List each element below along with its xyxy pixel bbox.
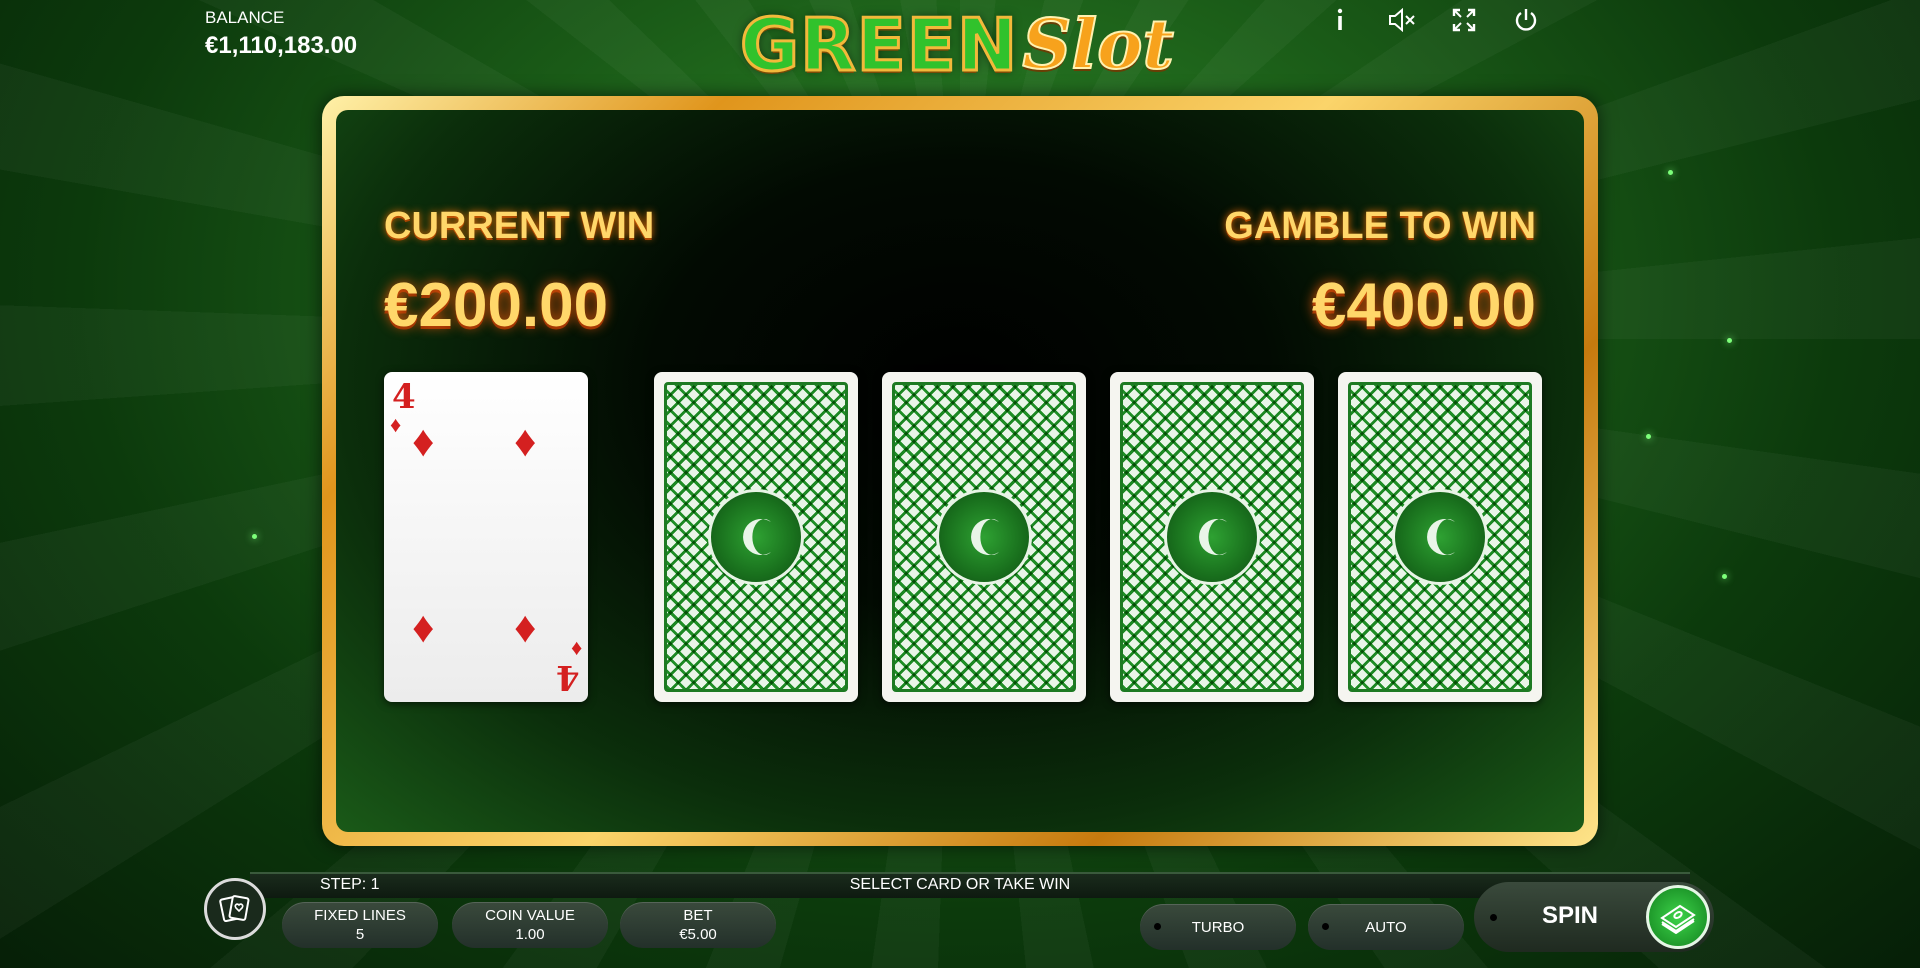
diamond-pip: ♦: [412, 417, 435, 466]
face-down-card-4[interactable]: [1338, 372, 1542, 702]
gamble-panel: CURRENT WIN €200.00 GAMBLE TO WIN €400.0…: [336, 110, 1584, 832]
current-win-value: €200.00: [384, 271, 609, 340]
turbo-button[interactable]: TURBO: [1140, 904, 1296, 950]
paytable-menu-button[interactable]: [204, 878, 266, 940]
diamond-pip: ♦: [412, 603, 435, 652]
current-win-label: CURRENT WIN: [384, 205, 655, 247]
cards-icon: [219, 895, 250, 923]
balance-value: €1,110,183.00: [205, 32, 358, 59]
card-back-pattern: [1348, 382, 1532, 692]
face-down-card-3[interactable]: [1110, 372, 1314, 702]
coin-value-value: 1.00: [515, 926, 545, 943]
bet-value: €5.00: [679, 926, 717, 943]
card-rank-bottom: 4: [556, 657, 580, 697]
card-back-pattern: [1120, 382, 1304, 692]
bottom-control-bar: STEP: 1 SELECT CARD OR TAKE WIN FIXED LI…: [200, 868, 1720, 968]
mute-icon[interactable]: [1388, 6, 1416, 34]
auto-button[interactable]: AUTO: [1308, 904, 1464, 950]
spin-button[interactable]: SPIN: [1474, 882, 1714, 952]
gamble-frame: CURRENT WIN €200.00 GAMBLE TO WIN €400.0…: [322, 96, 1598, 846]
sparkle: [1722, 574, 1727, 579]
fixed-lines-display: FIXED LINES 5: [282, 902, 438, 948]
coin-value-selector[interactable]: COIN VALUE 1.00: [452, 902, 608, 948]
sparkle: [1727, 338, 1732, 343]
card-rank-top: 4: [392, 377, 416, 417]
bet-selector[interactable]: BET €5.00: [620, 902, 776, 948]
turbo-label: TURBO: [1191, 918, 1245, 936]
card-back-pattern: [664, 382, 848, 692]
card-emblem-icon: [1392, 489, 1488, 585]
spin-indicator: [1490, 914, 1497, 921]
auto-label: AUTO: [1365, 918, 1407, 936]
card-emblem-icon: [936, 489, 1032, 585]
coin-value-label: COIN VALUE: [485, 907, 575, 924]
card-suit-small: ♦: [390, 412, 402, 437]
sparkle: [1646, 434, 1651, 439]
gamble-to-win-label: GAMBLE TO WIN: [1224, 205, 1536, 247]
info-icon[interactable]: [1326, 6, 1354, 34]
face-down-card-2[interactable]: [882, 372, 1086, 702]
gamble-to-win-value: €400.00: [1311, 271, 1536, 340]
dealer-card: 4 ♦ ♦ ♦ ♦ ♦ ♦ 4: [384, 372, 588, 702]
auto-indicator: [1322, 923, 1329, 930]
top-icon-bar: [1326, 6, 1540, 34]
take-win-icon[interactable]: [1646, 885, 1710, 949]
sparkle: [252, 534, 257, 539]
fullscreen-icon[interactable]: [1450, 6, 1478, 34]
game-logo: GREEN Slot: [727, 0, 1187, 90]
logo-slot-text: Slot: [1021, 4, 1175, 86]
sparkle: [1668, 170, 1673, 175]
turbo-indicator: [1154, 923, 1161, 930]
diamond-pip: ♦: [514, 603, 537, 652]
logo-green-text: GREEN: [739, 2, 1019, 89]
card-emblem-icon: [708, 489, 804, 585]
power-icon[interactable]: [1512, 6, 1540, 34]
diamond-pip: ♦: [514, 417, 537, 466]
bet-label: BET: [683, 907, 713, 924]
face-down-card-1[interactable]: [654, 372, 858, 702]
spin-label: SPIN: [1542, 902, 1599, 929]
card-back-pattern: [892, 382, 1076, 692]
fixed-lines-value: 5: [355, 926, 365, 943]
balance-label: BALANCE: [205, 8, 285, 27]
card-emblem-icon: [1164, 489, 1260, 585]
fixed-lines-label: FIXED LINES: [314, 907, 406, 924]
